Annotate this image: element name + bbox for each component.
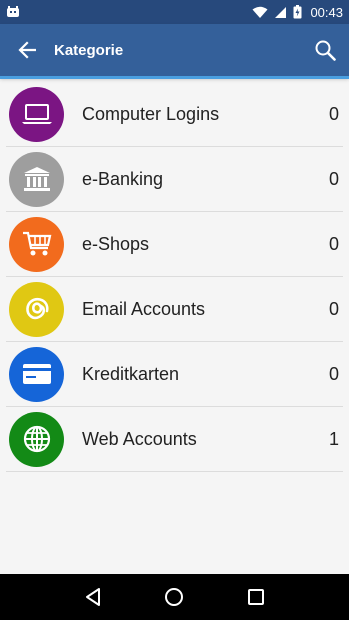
search-button[interactable] (301, 24, 349, 76)
laptop-icon (21, 104, 52, 124)
app-bar: Kategorie (0, 24, 349, 79)
android-notification-icon (7, 6, 19, 17)
category-count: 0 (328, 363, 339, 384)
status-time: 00:43 (310, 4, 343, 20)
category-label: Web Accounts (82, 428, 197, 449)
globe-icon (23, 425, 50, 453)
navigation-bar (0, 574, 349, 620)
category-label: Kreditkarten (82, 363, 180, 384)
category-count: 0 (328, 103, 339, 124)
list-item-web-accounts[interactable]: Web Accounts 1 (6, 407, 343, 472)
bank-icon (23, 167, 50, 191)
category-avatar (9, 281, 64, 337)
square-recents-icon (248, 589, 265, 605)
category-label: e-Banking (82, 168, 164, 189)
list-item-e-shops[interactable]: e-Shops 0 (6, 212, 343, 277)
category-avatar (9, 86, 64, 142)
nav-recents-button[interactable] (236, 577, 276, 617)
list-item-e-banking[interactable]: e-Banking 0 (6, 147, 343, 212)
category-label: Email Accounts (82, 298, 206, 319)
arrow-back-icon (18, 41, 36, 59)
nav-home-button[interactable] (154, 577, 194, 617)
category-avatar (9, 411, 64, 467)
triangle-back-icon (85, 588, 100, 606)
list-item-kreditkarten[interactable]: Kreditkarten 0 (6, 342, 343, 407)
page-title: Kategorie (54, 41, 124, 59)
list-item-email-accounts[interactable]: Email Accounts 0 (6, 277, 343, 342)
category-label: e-Shops (82, 233, 150, 254)
category-avatar (9, 151, 64, 207)
category-count: 0 (328, 168, 339, 189)
back-button[interactable] (0, 24, 54, 76)
circle-home-icon (165, 588, 184, 606)
credit-card-icon (22, 364, 51, 384)
category-count: 0 (328, 298, 339, 319)
category-count: 0 (328, 233, 339, 254)
category-avatar (9, 216, 64, 272)
shopping-cart-icon (22, 231, 51, 256)
category-list: Computer Logins 0 e-Banking 0 e-Shops 0 … (6, 82, 343, 472)
app-bar-accent-line (0, 76, 349, 79)
signal-icon (275, 6, 287, 18)
wifi-icon (252, 6, 268, 18)
search-icon (315, 40, 336, 61)
category-avatar (9, 346, 64, 402)
battery-icon (293, 5, 302, 19)
category-count: 1 (328, 428, 339, 449)
screen: 00:43 Kategorie Computer Logins 0 e-Bank… (0, 0, 349, 620)
list-item-computer-logins[interactable]: Computer Logins 0 (6, 82, 343, 147)
status-bar: 00:43 (0, 0, 349, 24)
nav-back-button[interactable] (73, 577, 113, 617)
email-at-icon (25, 297, 49, 320)
category-label: Computer Logins (82, 103, 220, 124)
